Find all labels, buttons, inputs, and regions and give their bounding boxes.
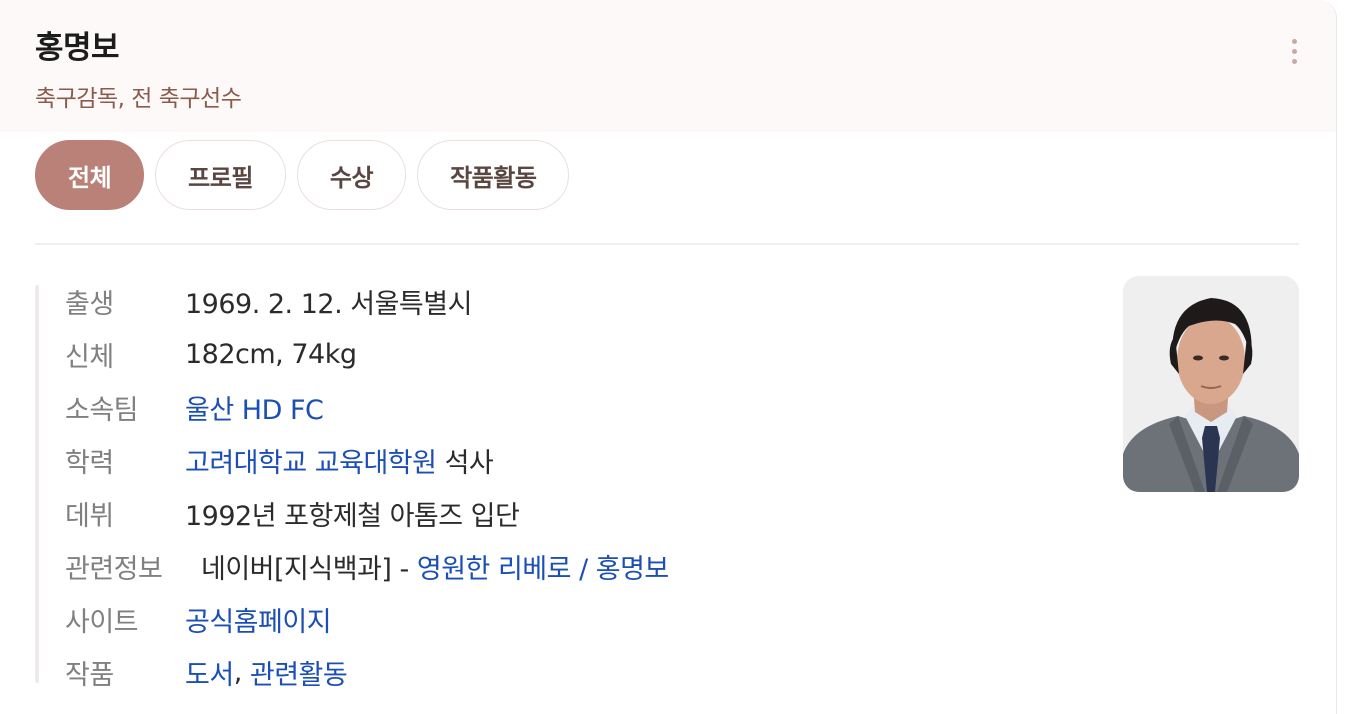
info-label: 소속팀 [65, 395, 139, 426]
info-value: 1969. 2. 12. 서울특별시 [185, 289, 472, 320]
related-link[interactable]: 영원한 리베로 / 홍명보 [417, 547, 669, 586]
info-label: 출생 [65, 289, 114, 320]
info-row-body: 신체 182cm, 74kg [65, 328, 669, 381]
school-link[interactable]: 고려대학교 교육대학원 [185, 441, 437, 480]
profile-card: 홍명보 축구감독, 전 축구선수 전체 프로필 수상 작품활동 출생 1969.… [0, 0, 1337, 714]
official-site-link[interactable]: 공식홈페이지 [185, 600, 332, 639]
separator: , [233, 657, 250, 688]
dot [1291, 48, 1297, 54]
more-options-icon[interactable] [1283, 34, 1305, 68]
info-value: 1992년 포항제철 아톰즈 입단 [185, 501, 520, 532]
info-row-works: 작품 도서 , 관련활동 [65, 646, 669, 699]
info-value: 182cm, 74kg [185, 339, 357, 370]
info-label: 신체 [65, 342, 114, 373]
dot [1291, 58, 1297, 64]
person-name: 홍명보 [35, 30, 120, 66]
team-link[interactable]: 울산 HD FC [185, 388, 324, 427]
tab-awards[interactable]: 수상 [296, 140, 407, 210]
info-label: 작품 [65, 660, 114, 691]
info-row-education: 학력 고려대학교 교육대학원 석사 [65, 434, 669, 487]
portrait-illustration [1123, 276, 1299, 492]
info-accent-line [35, 285, 39, 683]
related-source: 네이버[지식백과] - [201, 554, 417, 585]
tab-works[interactable]: 작품활동 [417, 140, 570, 210]
info-list: 출생 1969. 2. 12. 서울특별시 신체 182cm, 74kg 소속팀… [65, 275, 669, 699]
degree-text: 석사 [436, 448, 494, 479]
info-label: 사이트 [65, 607, 139, 638]
info-row-debut: 데뷔 1992년 포항제철 아톰즈 입단 [65, 487, 669, 540]
info-row-team: 소속팀 울산 HD FC [65, 381, 669, 434]
tab-bar: 전체 프로필 수상 작품활동 [35, 140, 570, 210]
profile-photo[interactable] [1123, 276, 1299, 492]
info-label: 학력 [65, 448, 114, 479]
info-row-related: 관련정보 네이버[지식백과] - 영원한 리베로 / 홍명보 [65, 540, 669, 593]
info-label: 관련정보 [65, 554, 163, 585]
info-label: 데뷔 [65, 501, 114, 532]
info-row-site: 사이트 공식홈페이지 [65, 593, 669, 646]
tab-all[interactable]: 전체 [35, 140, 145, 210]
divider [35, 243, 1299, 245]
person-occupation: 축구감독, 전 축구선수 [35, 86, 242, 112]
activities-link[interactable]: 관련활동 [250, 653, 348, 692]
books-link[interactable]: 도서 [185, 653, 234, 692]
info-row-birth: 출생 1969. 2. 12. 서울특별시 [65, 275, 669, 328]
tab-profile[interactable]: 프로필 [155, 140, 286, 210]
dot [1291, 38, 1297, 44]
